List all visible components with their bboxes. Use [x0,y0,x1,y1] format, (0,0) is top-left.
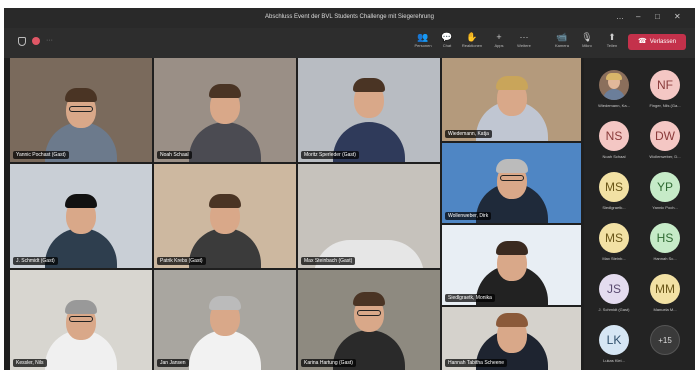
participant-name-label: Hannah Tabitha Scheene [445,359,508,367]
title-bar: Abschluss Event der BVL Students Challen… [4,8,695,28]
participant-name: Noah Schaal [602,154,626,159]
participant-name: Finger, Nils (Ga... [649,103,681,108]
mic-icon: 🎙 [581,32,593,42]
options-icon[interactable]: ··· [46,37,53,46]
apps-icon: + [496,32,502,42]
share-button[interactable]: ⬆ Teilen [600,32,624,49]
more-participants-count: +15 [650,325,680,355]
participant-entry[interactable]: LK Lukas Klei... [589,325,639,370]
apps-button[interactable]: + Apps [487,32,511,49]
video-tile[interactable]: J. Schmidt (Gast) [10,164,152,268]
teams-meeting-window: Abschluss Event der BVL Students Challen… [4,8,695,370]
participant-name-label: Noah Schaal [157,151,192,159]
window-title: Abschluss Event der BVL Students Challen… [265,14,434,20]
video-tile[interactable]: Wollenweber, Dirk [442,143,581,223]
video-grid: Yannic Pochast (Gast) Noah Schaal Moritz… [10,58,581,370]
avatar: MM [650,274,680,304]
reactions-icon: ✋ [466,32,478,42]
participant-name-label: Jan Jansen [157,359,189,367]
avatar: YP [650,172,680,202]
avatar: MS [599,223,629,253]
participant-name: Yannic Poch... [652,205,678,210]
maximize-button[interactable]: □ [655,12,660,22]
participant-name-label: Siedlgraetk, Monika [445,294,495,302]
participant-name: Lukas Klei... [603,358,625,363]
video-tile[interactable]: Moritz Sperleder (Gast) [298,58,440,162]
people-button[interactable]: 👥 Personen [411,32,435,49]
participant-name-label: J. Schmidt (Gast) [13,257,58,265]
mic-button[interactable]: 🎙 Mikro [575,32,599,49]
avatar: DW [650,121,680,151]
shield-icon [18,37,26,46]
video-tile[interactable]: Wiedemann, Katja [442,58,581,141]
participant-name-label: Patrik Krebs (Gast) [157,257,206,265]
meeting-toolbar: ··· 👥 Personen 💬 Chat ✋ Reaktionen + App… [4,28,695,58]
participant-name: Wollenweber, D... [649,154,681,159]
participant-name: Manuela M... [653,307,677,312]
leave-button[interactable]: ☎ Verlassen [628,34,686,50]
avatar: NF [650,70,680,100]
video-tile[interactable]: Kessler, Nils [10,270,152,370]
more-participants-button[interactable]: +15 [640,325,690,370]
participant-name: Siedlgraetk... [602,205,626,210]
video-tile[interactable]: Siedlgraetk, Monika [442,225,581,305]
more-options-icon[interactable]: … [616,12,624,22]
video-tile[interactable]: Max Steinbach (Gast) [298,164,440,268]
more-icon: ··· [519,32,529,42]
camera-button[interactable]: 📹 Kamera [550,32,574,49]
video-tile[interactable]: Patrik Krebs (Gast) [154,164,296,268]
participant-name-label: Max Steinbach (Gast) [301,257,356,265]
video-tile[interactable]: Jan Jansen [154,270,296,370]
participant-name-label: Yannic Pochast (Gast) [13,151,69,159]
participant-name: Max Steinb... [602,256,626,261]
chat-icon: 💬 [441,32,453,42]
participant-name-label: Karina Hartung (Gast) [301,359,356,367]
participant-name: Wiedemann, Ka... [598,103,630,108]
more-button[interactable]: ··· Weitere [512,32,536,49]
close-button[interactable]: ✕ [674,12,681,22]
participant-figure [189,330,261,370]
phone-hangup-icon: ☎ [637,38,647,45]
video-tile[interactable]: Hannah Tabitha Scheene [442,307,581,370]
people-icon: 👥 [417,32,429,42]
video-tile[interactable]: Yannic Pochast (Gast) [10,58,152,162]
avatar: LK [599,325,629,355]
participants-panel: Wiedemann, Ka... NF Finger, Nils (Ga... … [584,58,695,370]
avatar: NS [599,121,629,151]
avatar: JS [599,274,629,304]
participant-name-label: Wollenweber, Dirk [445,212,492,220]
participant-name: J. Schmidt (Gast) [598,307,630,312]
share-icon: ⬆ [608,32,616,42]
participant-name-label: Wiedemann, Katja [445,130,492,138]
chat-button[interactable]: 💬 Chat [435,32,459,49]
camera-icon: 📹 [556,32,568,42]
reactions-button[interactable]: ✋ Reaktionen [460,32,484,49]
participant-figure [189,122,261,162]
avatar: MS [599,172,629,202]
participant-name: Hannah Sc... [653,256,677,261]
video-tile[interactable]: Noah Schaal [154,58,296,162]
participant-name-label: Moritz Sperleder (Gast) [301,151,359,159]
avatar [599,70,629,100]
avatar: HS [650,223,680,253]
minimize-button[interactable]: – [636,12,640,22]
recording-icon [32,37,40,45]
participant-name-label: Kessler, Nils [13,359,47,367]
video-tile[interactable]: Karina Hartung (Gast) [298,270,440,370]
